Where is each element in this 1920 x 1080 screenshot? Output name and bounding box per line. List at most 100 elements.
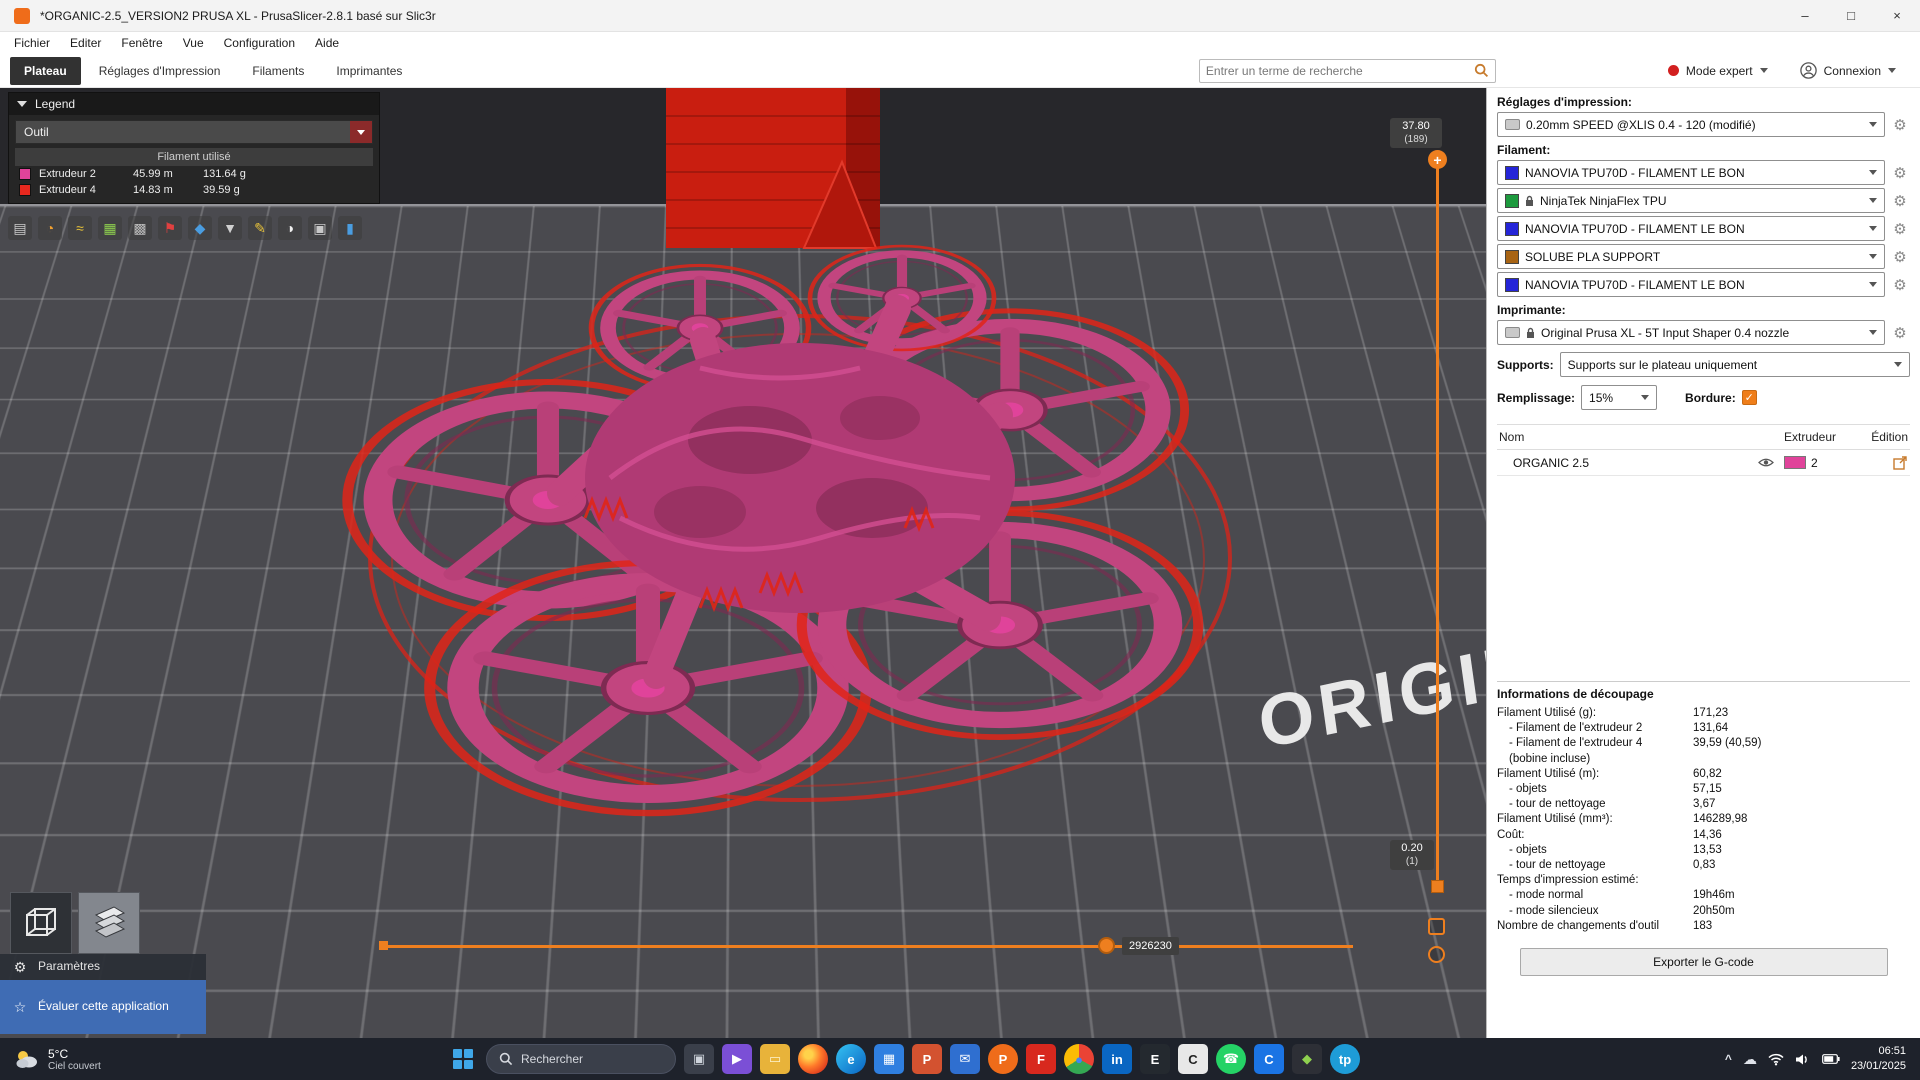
filament-select[interactable]: NANOVIA TPU70D - FILAMENT LE BON [1497, 160, 1885, 185]
taskbar-app-icon[interactable]: e [836, 1044, 866, 1074]
eye-icon[interactable] [1758, 457, 1784, 468]
taskbar-app-icon[interactable]: ● [1064, 1044, 1094, 1074]
gear-icon[interactable] [1890, 192, 1910, 210]
move-slider-track[interactable] [386, 945, 1353, 948]
filament-select[interactable]: NinjaTek NinjaFlex TPU [1497, 188, 1885, 213]
object-row[interactable]: ORGANIC 2.5 2 [1497, 450, 1910, 476]
filament-select[interactable]: SOLUBE PLA SUPPORT [1497, 244, 1885, 269]
view-layers-button[interactable] [78, 892, 140, 954]
gear-icon[interactable] [1890, 116, 1910, 134]
view-3d-button[interactable] [10, 892, 72, 954]
taskbar-app-icon[interactable]: F [1026, 1044, 1056, 1074]
legend-toggle-icon[interactable]: ◑ [278, 216, 302, 240]
slider-option-icon[interactable] [1428, 946, 1445, 963]
weather-widget[interactable]: 5°C Ciel couvert [0, 1038, 115, 1080]
layer-slider-bottom-handle[interactable] [1431, 880, 1444, 893]
infill-select[interactable]: 15% [1581, 385, 1657, 410]
brim-checkbox[interactable]: ✓ [1742, 390, 1757, 405]
taskbar-app-icon[interactable]: ☎ [1216, 1044, 1246, 1074]
taskbar-app-icon[interactable]: ▭ [760, 1044, 790, 1074]
taskbar-app-icon[interactable]: P [988, 1044, 1018, 1074]
gear-icon[interactable] [1890, 220, 1910, 238]
legend-view-select[interactable]: Outil [15, 120, 373, 144]
legend-toggle-icon[interactable]: ◔ [38, 216, 62, 240]
layer-slider-top-handle[interactable]: + [1428, 150, 1447, 169]
viewport-3d[interactable]: ORIGINAL [0, 88, 1486, 1038]
battery-icon[interactable] [1822, 1054, 1840, 1064]
object-extruder-swatch[interactable] [1784, 456, 1806, 469]
taskbar-app-icon[interactable]: ✉ [950, 1044, 980, 1074]
move-slider-handle[interactable] [1098, 937, 1115, 954]
corner-menu-item[interactable]: ☆ Évaluer cette application [0, 980, 206, 1034]
taskbar-app-icon[interactable]: tp [1330, 1044, 1360, 1074]
taskbar-app-icon[interactable] [798, 1044, 828, 1074]
legend-toggle-icon[interactable]: ▮ [338, 216, 362, 240]
corner-menu-item[interactable]: ⚙ Paramètres [0, 954, 206, 980]
taskbar-app-icon[interactable]: C [1178, 1044, 1208, 1074]
legend-toggle-icon[interactable]: ▼ [218, 216, 242, 240]
edit-icon[interactable] [1862, 455, 1908, 470]
menu-item[interactable]: Configuration [224, 36, 295, 50]
slider-option-icon[interactable] [1428, 918, 1445, 935]
login-button[interactable]: Connexion [1800, 62, 1896, 79]
wifi-icon[interactable] [1768, 1053, 1784, 1066]
dropdown-arrow-icon[interactable] [350, 121, 372, 143]
layer-slider-track[interactable] [1436, 160, 1439, 886]
export-gcode-button[interactable]: Exporter le G-code [1520, 948, 1888, 976]
minimize-button[interactable]: – [1782, 0, 1828, 31]
taskbar-app-icon[interactable]: ▣ [684, 1044, 714, 1074]
filament-select[interactable]: NANOVIA TPU70D - FILAMENT LE BON [1497, 216, 1885, 241]
start-button[interactable] [448, 1044, 478, 1074]
gear-icon[interactable] [1890, 324, 1910, 342]
tab[interactable]: Réglages d'Impression [85, 57, 235, 85]
tab[interactable]: Filaments [238, 57, 318, 85]
taskbar-app-icon[interactable]: P [912, 1044, 942, 1074]
search-input[interactable] [1206, 64, 1474, 78]
tray-expand-icon[interactable]: ^ [1725, 1052, 1732, 1066]
legend-toggle-icon[interactable]: ▦ [98, 216, 122, 240]
weather-temp: 5°C [48, 1047, 101, 1061]
taskbar-app-icon[interactable]: E [1140, 1044, 1170, 1074]
move-slider-start-handle[interactable] [379, 941, 388, 950]
legend-toggle-icon[interactable]: ◆ [188, 216, 212, 240]
supports-select[interactable]: Supports sur le plateau uniquement [1560, 352, 1910, 377]
legend-toggle-icon[interactable]: ▩ [128, 216, 152, 240]
clock[interactable]: 06:51 23/01/2025 [1851, 1044, 1906, 1074]
slice-info-row: - objets 57,15 [1497, 782, 1910, 797]
tab[interactable]: Imprimantes [322, 57, 416, 85]
taskbar-app-icon[interactable]: ▶ [722, 1044, 752, 1074]
menu-item[interactable]: Fichier [14, 36, 50, 50]
taskbar-app-icon[interactable]: ▦ [874, 1044, 904, 1074]
close-button[interactable]: × [1874, 0, 1920, 31]
legend-toggle-icon[interactable]: ▣ [308, 216, 332, 240]
legend-toggle-icon[interactable]: ≈ [68, 216, 92, 240]
column-name[interactable]: Nom [1499, 430, 1758, 444]
taskbar-app-icon[interactable]: ◆ [1292, 1044, 1322, 1074]
menu-item[interactable]: Fenêtre [121, 36, 162, 50]
printer-select[interactable]: Original Prusa XL - 5T Input Shaper 0.4 … [1497, 320, 1885, 345]
filament-select[interactable]: NANOVIA TPU70D - FILAMENT LE BON [1497, 272, 1885, 297]
tab[interactable]: Plateau [10, 57, 81, 85]
column-edit[interactable]: Édition [1862, 430, 1908, 444]
legend-toggle-icon[interactable]: ✎ [248, 216, 272, 240]
taskbar-app-icon[interactable]: in [1102, 1044, 1132, 1074]
menu-item[interactable]: Vue [183, 36, 204, 50]
gear-icon[interactable] [1890, 276, 1910, 294]
menu-item[interactable]: Aide [315, 36, 339, 50]
taskbar-app-icon[interactable]: C [1254, 1044, 1284, 1074]
mode-selector[interactable]: Mode expert [1668, 64, 1768, 78]
maximize-button[interactable]: □ [1828, 0, 1874, 31]
volume-icon[interactable] [1795, 1053, 1811, 1066]
search-box[interactable] [1199, 59, 1496, 83]
taskbar-search[interactable]: Rechercher [486, 1044, 676, 1074]
gear-icon[interactable] [1890, 164, 1910, 182]
onedrive-icon[interactable]: ☁ [1743, 1051, 1757, 1068]
menu-item[interactable]: Editer [70, 36, 101, 50]
legend-toggle-icon[interactable]: ⚑ [158, 216, 182, 240]
column-extruder[interactable]: Extrudeur [1784, 430, 1862, 444]
info-label: Nombre de changements d'outil [1497, 919, 1693, 934]
legend-toggle-icon[interactable]: ▤ [8, 216, 32, 240]
legend-header[interactable]: Legend [9, 93, 379, 115]
print-profile-select[interactable]: 0.20mm SPEED @XLIS 0.4 - 120 (modifié) [1497, 112, 1885, 137]
gear-icon[interactable] [1890, 248, 1910, 266]
